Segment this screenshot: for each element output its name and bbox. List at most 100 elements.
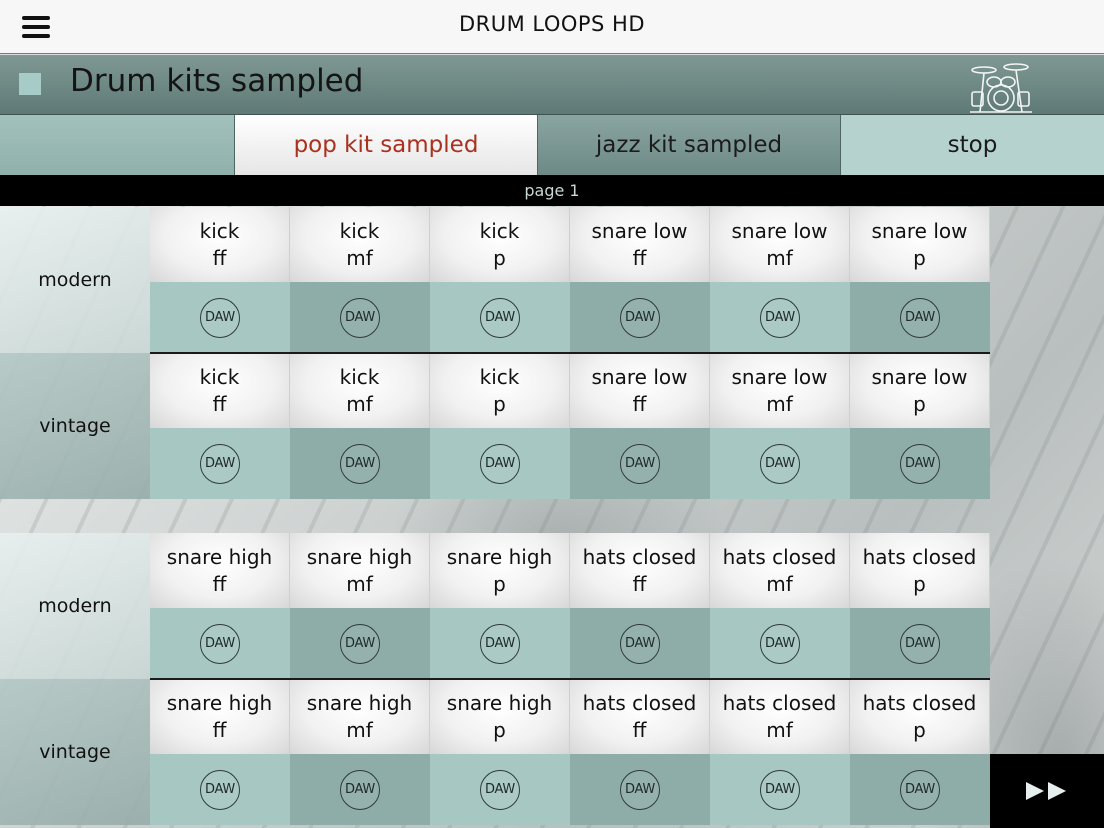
drum-kit-icon: [970, 63, 1032, 113]
sample-name-button[interactable]: snare low mf: [710, 207, 850, 282]
sample-name: kick: [339, 218, 380, 243]
daw-button[interactable]: DAW: [760, 623, 800, 664]
daw-cell[interactable]: DAW: [710, 754, 850, 825]
daw-cell[interactable]: DAW: [430, 282, 570, 353]
daw-button[interactable]: DAW: [480, 297, 520, 338]
sample-name-button[interactable]: snare high mf: [290, 679, 430, 754]
sample-name-button[interactable]: snare high ff: [150, 533, 290, 608]
sample-name-button[interactable]: snare low ff: [570, 353, 710, 428]
daw-cell[interactable]: DAW: [430, 754, 570, 825]
daw-cell[interactable]: DAW: [150, 282, 290, 353]
daw-button[interactable]: DAW: [480, 769, 520, 810]
sample-dynamic: ff: [212, 391, 227, 416]
daw-cell[interactable]: DAW: [430, 608, 570, 679]
daw-button[interactable]: DAW: [620, 297, 660, 338]
daw-button[interactable]: DAW: [200, 297, 240, 338]
sample-row: snare high ff DAW snare high mf DAW snare high…: [150, 679, 990, 825]
sample-name-button[interactable]: kick ff: [150, 353, 290, 428]
daw-cell[interactable]: DAW: [150, 428, 290, 499]
daw-button[interactable]: DAW: [760, 297, 800, 338]
daw-cell[interactable]: DAW: [570, 608, 710, 679]
daw-cell[interactable]: DAW: [570, 282, 710, 353]
daw-button[interactable]: DAW: [900, 623, 940, 664]
sample-name: snare high: [446, 544, 553, 569]
tab-jazz-kit[interactable]: jazz kit sampled: [538, 115, 841, 175]
daw-button[interactable]: DAW: [340, 297, 380, 338]
sample-name-button[interactable]: hats closed p: [850, 533, 990, 608]
sample-name-button[interactable]: hats closed mf: [710, 679, 850, 754]
daw-cell[interactable]: DAW: [290, 282, 430, 353]
sample-name: snare low: [731, 218, 828, 243]
tab-pop-kit[interactable]: pop kit sampled: [235, 115, 538, 175]
sample-name-button[interactable]: snare high ff: [150, 679, 290, 754]
sample-name: hats closed: [582, 544, 697, 569]
daw-button[interactable]: DAW: [620, 623, 660, 664]
fast-forward-icon: [1026, 782, 1066, 800]
sample-dynamic: p: [913, 571, 926, 596]
daw-button[interactable]: DAW: [340, 769, 380, 810]
sample-name: kick: [479, 218, 520, 243]
daw-button[interactable]: DAW: [480, 623, 520, 664]
daw-button[interactable]: DAW: [340, 443, 380, 484]
daw-cell[interactable]: DAW: [850, 428, 990, 499]
sample-name-button[interactable]: snare low mf: [710, 353, 850, 428]
sample-dynamic: p: [493, 391, 506, 416]
daw-cell[interactable]: DAW: [850, 608, 990, 679]
daw-button[interactable]: DAW: [900, 769, 940, 810]
daw-cell[interactable]: DAW: [570, 754, 710, 825]
app-title: DRUM LOOPS HD: [458, 12, 646, 36]
daw-cell[interactable]: DAW: [710, 428, 850, 499]
daw-button[interactable]: DAW: [620, 443, 660, 484]
sample-name-button[interactable]: snare low ff: [570, 207, 710, 282]
sample-name-button[interactable]: hats closed ff: [570, 533, 710, 608]
sample-name-button[interactable]: hats closed p: [850, 679, 990, 754]
square-icon: [19, 73, 41, 95]
daw-cell[interactable]: DAW: [290, 428, 430, 499]
daw-cell[interactable]: DAW: [290, 754, 430, 825]
sample-name-button[interactable]: snare high mf: [290, 533, 430, 608]
daw-button[interactable]: DAW: [200, 769, 240, 810]
sample-dynamic: mf: [346, 717, 373, 742]
daw-cell[interactable]: DAW: [710, 282, 850, 353]
daw-button[interactable]: DAW: [620, 769, 660, 810]
daw-button[interactable]: DAW: [200, 623, 240, 664]
daw-button[interactable]: DAW: [900, 297, 940, 338]
sample-name: kick: [479, 364, 520, 389]
sample-name: snare low: [871, 364, 968, 389]
sample-name-button[interactable]: hats closed mf: [710, 533, 850, 608]
page-indicator: page 1: [0, 175, 1104, 206]
sample-dynamic: mf: [346, 391, 373, 416]
daw-button[interactable]: DAW: [200, 443, 240, 484]
row-label-modern: modern: [0, 207, 150, 353]
daw-cell[interactable]: DAW: [150, 608, 290, 679]
daw-cell[interactable]: DAW: [850, 754, 990, 825]
sample-dynamic: p: [493, 245, 506, 270]
sample-name-button[interactable]: snare low p: [850, 353, 990, 428]
sample-name-button[interactable]: snare high p: [430, 533, 570, 608]
sample-name: snare low: [591, 218, 688, 243]
sample-name-button[interactable]: kick ff: [150, 207, 290, 282]
sample-name-button[interactable]: kick p: [430, 207, 570, 282]
sample-name-button[interactable]: kick mf: [290, 207, 430, 282]
daw-cell[interactable]: DAW: [850, 282, 990, 353]
fast-forward-button[interactable]: [990, 754, 1104, 828]
daw-button[interactable]: DAW: [760, 769, 800, 810]
daw-cell[interactable]: DAW: [430, 428, 570, 499]
sample-name-button[interactable]: kick mf: [290, 353, 430, 428]
sample-name-button[interactable]: hats closed ff: [570, 679, 710, 754]
daw-button[interactable]: DAW: [480, 443, 520, 484]
sample-name-button[interactable]: snare low p: [850, 207, 990, 282]
sample-dynamic: ff: [212, 717, 227, 742]
daw-cell[interactable]: DAW: [290, 608, 430, 679]
sample-dynamic: ff: [212, 571, 227, 596]
daw-button[interactable]: DAW: [900, 443, 940, 484]
top-bar: DRUM LOOPS HD: [0, 0, 1104, 54]
daw-cell[interactable]: DAW: [710, 608, 850, 679]
sample-name-button[interactable]: kick p: [430, 353, 570, 428]
daw-cell[interactable]: DAW: [570, 428, 710, 499]
daw-button[interactable]: DAW: [340, 623, 380, 664]
daw-cell[interactable]: DAW: [150, 754, 290, 825]
daw-button[interactable]: DAW: [760, 443, 800, 484]
sample-name-button[interactable]: snare high p: [430, 679, 570, 754]
stop-button[interactable]: stop: [841, 115, 1104, 175]
